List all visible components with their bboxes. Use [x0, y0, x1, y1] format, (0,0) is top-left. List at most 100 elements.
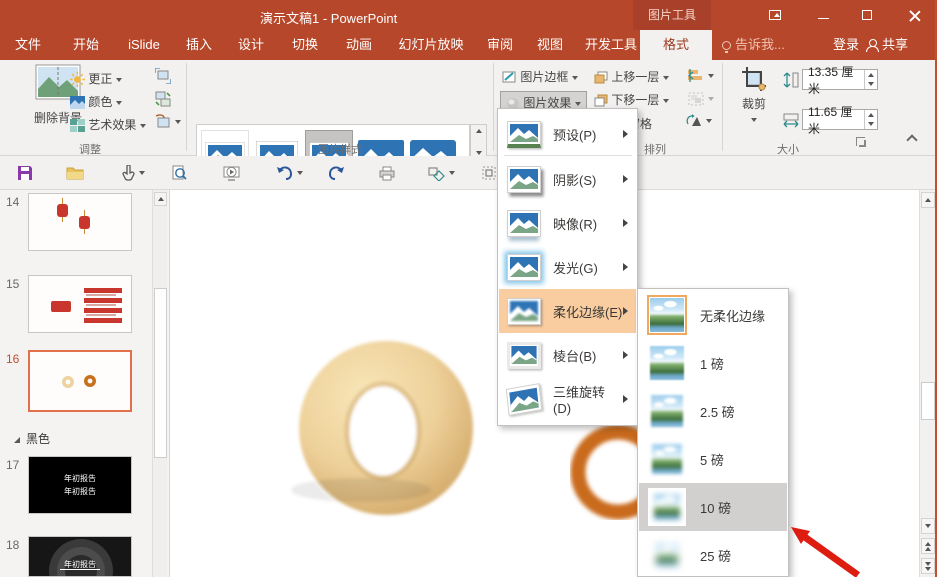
tab-view[interactable]: 视图	[527, 30, 573, 60]
three-d-rotation-icon	[506, 383, 542, 416]
slide-15-thumbnail[interactable]	[28, 275, 132, 333]
canvas-scrollbar-thumb[interactable]	[921, 382, 935, 420]
bring-forward-icon	[594, 71, 608, 84]
tab-developer[interactable]: 开发工具	[580, 30, 642, 60]
gallery-scroll-down-icon[interactable]	[476, 151, 482, 155]
soft-edge-option-label: 10 磅	[700, 498, 731, 517]
collapse-ribbon-icon[interactable]	[906, 134, 917, 145]
maximize-button[interactable]	[850, 0, 884, 30]
width-increment-icon[interactable]	[868, 113, 874, 117]
undo-button[interactable]	[272, 162, 306, 184]
touch-mode-button[interactable]	[116, 162, 150, 184]
artistic-effects-label: 艺术效果	[88, 118, 136, 132]
tab-file[interactable]: 文件	[6, 30, 50, 60]
artistic-effects-icon	[70, 119, 85, 132]
shape-width-field[interactable]: 11.65 厘米	[802, 109, 878, 130]
tab-animations[interactable]: 动画	[336, 30, 382, 60]
tab-home[interactable]: 开始	[62, 30, 110, 60]
picture-border-button[interactable]: 图片边框	[502, 68, 578, 85]
menu-item-shadow[interactable]: 阴影(S)	[499, 157, 636, 201]
scroll-up-button[interactable]	[921, 192, 935, 208]
dropdown-caret-icon	[139, 171, 145, 175]
tab-slideshow[interactable]: 幻灯片放映	[390, 30, 472, 60]
maximize-icon	[862, 10, 872, 20]
section-header-black[interactable]: 黑色	[14, 430, 50, 447]
artistic-effects-button[interactable]: 艺术效果	[70, 116, 146, 133]
panel-scroll-up-button[interactable]	[154, 192, 167, 206]
soft-edge-option-1pt[interactable]: 1 磅	[639, 339, 787, 387]
group-divider	[186, 63, 187, 151]
slide-18-thumbnail[interactable]: 年初报告	[28, 536, 132, 577]
print-preview-button[interactable]	[168, 162, 190, 184]
slide-14-thumbnail[interactable]	[28, 193, 132, 251]
rotate-button[interactable]	[686, 113, 712, 128]
open-button[interactable]	[64, 162, 86, 184]
align-button[interactable]	[688, 68, 714, 82]
lightbulb-icon	[722, 41, 731, 50]
bevel-icon	[507, 342, 541, 369]
start-slideshow-button[interactable]	[220, 162, 242, 184]
menu-item-preset[interactable]: 预设(P)	[499, 112, 636, 156]
menu-item-glow[interactable]: 发光(G)	[499, 245, 636, 289]
slide-18-number: 18	[6, 538, 19, 552]
crop-button[interactable]: 裁剪	[732, 66, 776, 126]
shapes-button[interactable]	[424, 162, 458, 184]
submenu-arrow-icon	[623, 263, 628, 271]
minimize-icon	[818, 18, 829, 19]
menu-item-reflection[interactable]: 映像(R)	[499, 201, 636, 245]
minimize-button[interactable]	[806, 0, 840, 30]
group-button[interactable]	[688, 91, 714, 106]
gallery-scroll-up-icon[interactable]	[476, 129, 482, 133]
dropdown-caret-icon	[572, 76, 578, 80]
soft-edge-option-10pt[interactable]: 10 磅	[639, 483, 787, 531]
quick-print-button[interactable]	[376, 162, 398, 184]
slide-16-thumbnail[interactable]	[28, 350, 132, 412]
compress-picture-button[interactable]	[155, 68, 171, 87]
width-decrement-icon[interactable]	[868, 122, 874, 126]
soft-edge-option-none[interactable]: 无柔化边缘	[639, 291, 787, 339]
menu-item-3d-rotation[interactable]: 三维旋转(D)	[499, 377, 636, 421]
sun-icon	[70, 72, 85, 87]
share-button[interactable]: 共享	[866, 30, 930, 60]
group-divider	[722, 63, 723, 151]
change-picture-button[interactable]	[155, 91, 171, 110]
tell-me-box[interactable]: 告诉我...	[722, 30, 808, 60]
slide-17-thumbnail[interactable]: 年初报告 年初报告	[28, 456, 132, 514]
height-increment-icon[interactable]	[868, 73, 874, 77]
scroll-down-button[interactable]	[921, 518, 935, 534]
ribbon-display-options-button[interactable]	[758, 0, 792, 30]
reset-picture-button[interactable]	[155, 114, 181, 130]
tab-insert[interactable]: 插入	[176, 30, 222, 60]
bring-forward-button[interactable]: 上移一层	[594, 68, 669, 85]
previous-slide-button[interactable]	[921, 538, 935, 554]
rotate-icon	[686, 114, 702, 128]
send-backward-button[interactable]: 下移一层	[594, 91, 669, 108]
color-label: 颜色	[88, 95, 112, 109]
redo-button[interactable]	[325, 162, 347, 184]
canvas-scrollbar[interactable]	[919, 190, 935, 577]
panel-scrollbar-thumb[interactable]	[154, 288, 167, 458]
tab-format[interactable]: 格式	[640, 30, 712, 60]
close-button[interactable]	[898, 0, 932, 30]
shape-height-field[interactable]: 13.35 厘米	[802, 69, 878, 90]
size-dialog-launcher-icon[interactable]	[856, 137, 865, 146]
tab-transitions[interactable]: 切换	[282, 30, 328, 60]
corrections-button[interactable]: 更正	[70, 70, 122, 87]
slide-18-preview	[29, 537, 132, 577]
menu-item-bevel[interactable]: 棱台(B)	[499, 333, 636, 377]
color-button[interactable]: 颜色	[70, 93, 122, 110]
soft-edge-option-25pt[interactable]: 25 磅	[639, 531, 787, 577]
slide-14-preview	[29, 194, 132, 251]
next-slide-button[interactable]	[921, 558, 935, 574]
save-button[interactable]	[14, 162, 36, 184]
panel-scrollbar[interactable]	[152, 190, 167, 577]
sign-in-button[interactable]: 登录	[828, 30, 864, 60]
group-divider	[493, 63, 494, 151]
menu-item-soft-edges[interactable]: 柔化边缘(E)	[499, 289, 636, 333]
height-decrement-icon[interactable]	[868, 82, 874, 86]
soft-edge-option-5pt[interactable]: 5 磅	[639, 435, 787, 483]
tab-design[interactable]: 设计	[228, 30, 274, 60]
tab-islide[interactable]: iSlide	[118, 30, 170, 60]
tab-review[interactable]: 审阅	[477, 30, 523, 60]
soft-edge-option-2-5pt[interactable]: 2.5 磅	[639, 387, 787, 435]
